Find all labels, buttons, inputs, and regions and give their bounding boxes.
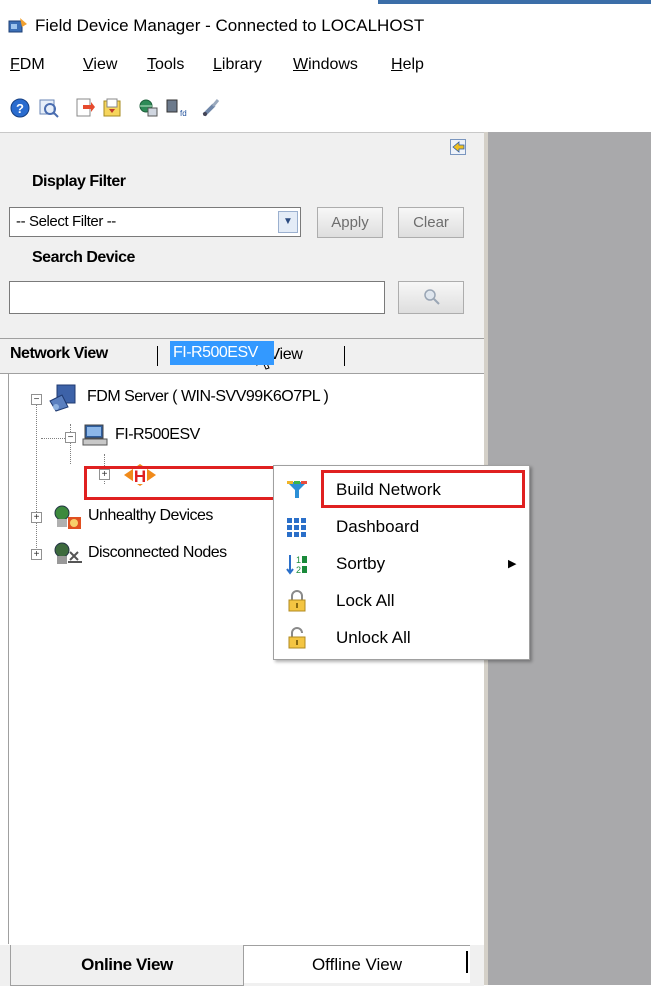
bottom-tabs: Online View Offline View <box>0 945 484 986</box>
magnifier-icon <box>424 289 440 305</box>
sort-icon: 1 2 <box>286 555 307 575</box>
build-network-icon <box>287 481 307 498</box>
unlock-icon <box>288 627 306 649</box>
display-filter-label: Display Filter <box>32 173 126 190</box>
tree-node-unhealthy[interactable]: Unhealthy Devices <box>88 507 213 525</box>
filter-select-value: -- Select Filter -- <box>16 213 116 230</box>
menu-fdm[interactable]: FDM <box>10 56 45 74</box>
callout-selected-device <box>84 466 285 500</box>
menu-item-lock-all[interactable]: Lock All <box>274 582 529 620</box>
dashboard-icon <box>287 518 306 537</box>
tab-offline-view[interactable]: Offline View <box>244 945 470 983</box>
lock-icon <box>288 590 306 612</box>
apply-button[interactable]: Apply <box>317 207 383 238</box>
clear-button[interactable]: Clear <box>398 207 464 238</box>
menu-windows[interactable]: Windows <box>293 56 358 74</box>
menu-library[interactable]: Library <box>213 56 262 74</box>
fdm-server-icon <box>49 384 76 412</box>
collapse-host-toggle[interactable]: − <box>65 432 76 443</box>
tree-node-server[interactable]: FDM Server ( WIN-SVV99K6O7PL ) <box>87 388 329 406</box>
unhealthy-devices-icon <box>54 505 81 529</box>
menu-item-label: Dashboard <box>336 517 420 536</box>
filter-select[interactable]: -- Select Filter -- ▼ <box>9 207 301 237</box>
fdi-icon[interactable]: fdi <box>165 97 187 119</box>
title-bar: Field Device Manager - Connected to LOCA… <box>0 0 651 44</box>
menu-item-unlock-all[interactable]: Unlock All <box>274 619 529 657</box>
expand-unhealthy-toggle[interactable]: + <box>31 512 42 523</box>
callout-build-network <box>321 470 525 508</box>
tree-node-host[interactable]: FI-R500ESV <box>115 426 200 444</box>
tab-network-view[interactable]: Network View <box>10 345 108 363</box>
window-title: Field Device Manager - Connected to LOCA… <box>35 16 425 35</box>
search-input[interactable] <box>9 281 385 314</box>
toolbar: ? fdi <box>0 93 651 123</box>
collapse-server-toggle[interactable]: − <box>31 394 42 405</box>
arrow-left-icon <box>452 141 465 153</box>
connect-icon[interactable] <box>200 97 222 119</box>
help-icon[interactable]: ? <box>9 97 31 119</box>
export-icon[interactable] <box>74 97 96 119</box>
computer-icon <box>82 424 108 446</box>
tree-node-disconnected[interactable]: Disconnected Nodes <box>88 544 227 562</box>
search-button[interactable] <box>398 281 464 314</box>
menu-tools[interactable]: Tools <box>147 56 184 74</box>
menu-bar: FDM View Tools Library Windows Help <box>0 53 651 83</box>
fdm-app-icon <box>8 18 27 33</box>
window-edge <box>378 0 651 4</box>
toolbar-separator <box>129 99 130 119</box>
expand-disconnected-toggle[interactable]: + <box>31 549 42 560</box>
menu-view[interactable]: View <box>83 56 117 74</box>
network-icon[interactable] <box>138 97 160 119</box>
chevron-down-icon[interactable]: ▼ <box>278 211 298 233</box>
svg-text:?: ? <box>16 101 24 116</box>
menu-item-sortby[interactable]: 1 2 Sortby ▶ <box>274 545 529 583</box>
toolbar-separator <box>67 99 68 119</box>
network-tree: − FDM Server ( WIN-SVV99K6O7PL ) − FI-R5… <box>0 374 484 948</box>
svg-text:2: 2 <box>296 565 301 575</box>
tab-online-view[interactable]: Online View <box>10 945 244 986</box>
disconnected-nodes-icon <box>54 542 82 564</box>
toolbar-separator <box>193 99 194 119</box>
menu-item-label: Unlock All <box>336 628 411 647</box>
pin-icon[interactable] <box>450 139 466 155</box>
search-device-label: Search Device <box>32 249 135 266</box>
menu-item-dashboard[interactable]: Dashboard <box>274 508 529 546</box>
submenu-arrow-icon: ▶ <box>508 558 517 570</box>
svg-text:fdi: fdi <box>180 109 187 118</box>
tree-node-device-selected[interactable]: FI-R500ESV <box>170 341 274 365</box>
menu-help[interactable]: Help <box>391 56 424 74</box>
import-icon[interactable] <box>101 97 123 119</box>
menu-item-label: Sortby <box>336 554 386 573</box>
svg-text:1: 1 <box>296 555 301 565</box>
menu-item-label: Lock All <box>336 591 395 610</box>
search-device-icon[interactable] <box>38 97 60 119</box>
